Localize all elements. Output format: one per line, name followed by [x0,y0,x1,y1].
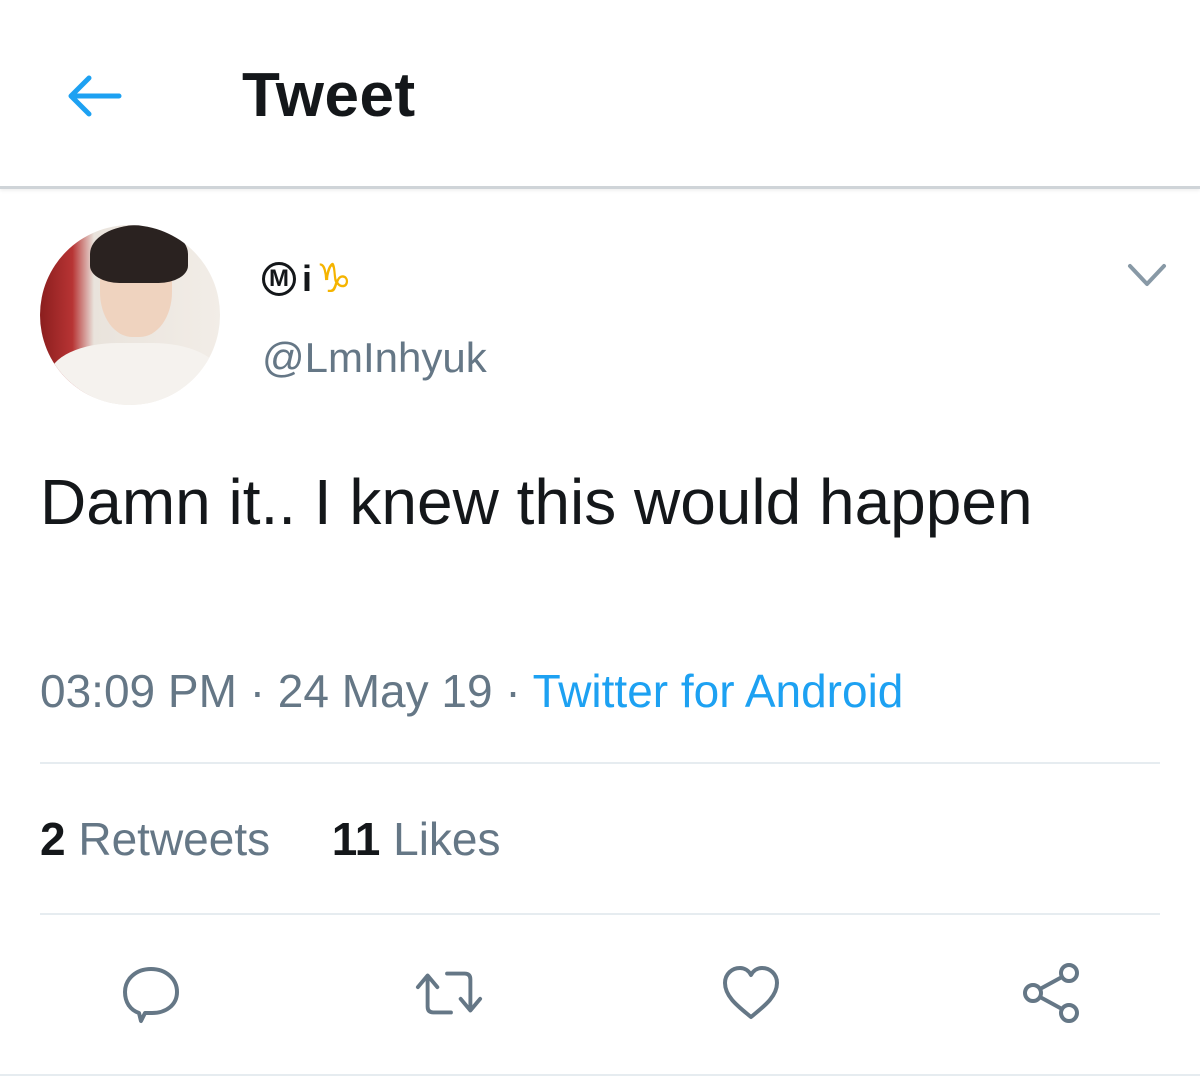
author-display-name[interactable]: M i ♑ [262,254,352,304]
share-button[interactable] [1016,958,1086,1028]
capricorn-sign-icon: ♑ [316,257,352,301]
retweet-icon [415,971,483,1015]
tweet-menu-button[interactable] [1124,258,1170,292]
divider [40,762,1160,764]
likes-stat[interactable]: 11 Likes [332,813,501,865]
display-name-circled-m: M [262,262,296,296]
page-title: Tweet [242,61,416,130]
reply-icon [123,967,179,1023]
display-name-i: i [302,258,313,299]
retweets-stat[interactable]: 2 Retweets [40,813,270,865]
meta-separator: · [249,665,266,717]
divider [40,913,1160,915]
avatar[interactable] [40,225,220,405]
meta-separator: · [505,665,521,717]
retweets-label: Retweets [78,813,271,865]
chevron-down-icon [1128,264,1166,286]
tweet-meta: 03:09 PM · 24 May 19 · Twitter for Andro… [40,664,903,718]
likes-label: Likes [393,813,501,865]
tweet-source-link[interactable]: Twitter for Android [533,665,904,717]
author-handle[interactable]: @LmInhyuk [262,334,487,382]
back-button[interactable] [58,64,128,128]
tweet-time: 03:09 PM [40,665,237,717]
retweet-button[interactable] [414,958,484,1028]
like-button[interactable] [716,958,786,1028]
tweet-date: 24 May 19 [277,665,493,717]
tweet-text: Damn it.. I knew this would happen [40,466,1033,538]
arrow-left-icon [68,75,122,117]
likes-count: 11 [331,813,381,865]
divider [0,1074,1200,1076]
top-app-bar: Tweet [0,0,1200,189]
tweet-stats: 2 Retweets 11 Likes [40,812,501,866]
reply-button[interactable] [116,958,186,1028]
share-icon [1023,963,1079,1023]
retweets-count: 2 [40,813,66,865]
heart-icon [723,966,779,1019]
